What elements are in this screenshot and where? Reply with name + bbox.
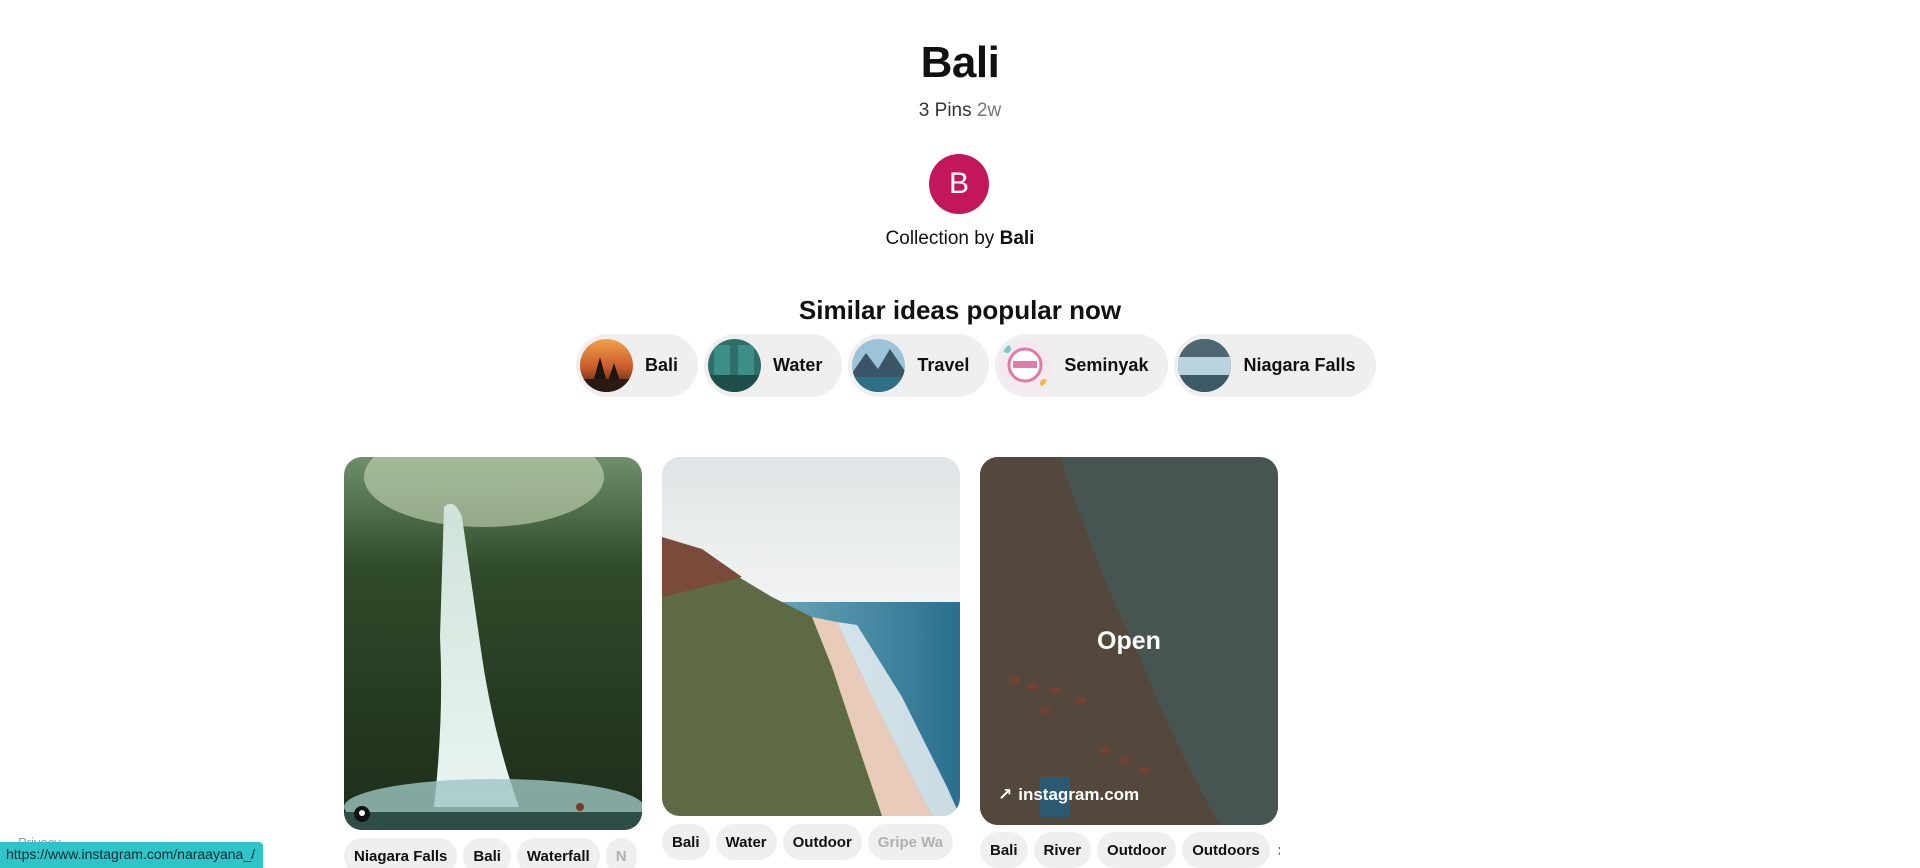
collection-by: Collection by Bali: [0, 228, 1920, 250]
pin-tags: Bali River Outdoor Outdoors ›: [980, 832, 1280, 868]
board-age: 2w: [976, 100, 1002, 121]
source-link-text: instagram.com: [1018, 785, 1140, 804]
chip-seminyak-thumbnail: [999, 339, 1053, 392]
pin-card[interactable]: Niagara Falls Bali Waterfall N ›: [344, 457, 642, 868]
chip-water[interactable]: Water: [704, 334, 843, 397]
chip-label: Bali: [645, 355, 679, 375]
chip-niagara-falls-thumbnail: [1178, 339, 1232, 392]
tag-chip[interactable]: N: [605, 838, 637, 868]
board-title: Bali: [920, 38, 1000, 87]
collection-prefix: Collection by: [885, 228, 995, 249]
creator-icon[interactable]: [354, 806, 370, 822]
browser-status-bar: https://www.instagram.com/naraayana_/: [0, 842, 264, 868]
similar-ideas-chips: Bali Water Travel Seminyak Niagara Falls: [576, 334, 1376, 397]
pin-image[interactable]: Open ↗ instagram.com: [980, 457, 1278, 825]
pin-card-hovered[interactable]: Open ↗ instagram.com Bali River Outdoor …: [980, 457, 1280, 868]
board-meta: 3 Pins 2w: [0, 100, 1920, 122]
pin-count: 3 Pins: [918, 100, 972, 121]
chip-bali-thumbnail: [580, 339, 633, 392]
open-button[interactable]: Open: [980, 627, 1278, 656]
tag-chip[interactable]: Outdoor: [1097, 832, 1177, 868]
chip-seminyak[interactable]: Seminyak: [995, 334, 1169, 397]
tag-chip[interactable]: Waterfall: [516, 838, 600, 868]
tag-chip[interactable]: River: [1033, 832, 1092, 868]
pin-tags: Bali Water Outdoor Gripe Wa ›: [662, 824, 962, 860]
tag-chip[interactable]: Bali: [980, 832, 1028, 868]
pin-image[interactable]: [344, 457, 642, 830]
pin-image[interactable]: [662, 457, 960, 816]
chip-label: Seminyak: [1064, 355, 1149, 375]
owner-name-link[interactable]: Bali: [1000, 228, 1035, 249]
chevron-right-icon[interactable]: ›: [1278, 840, 1280, 861]
source-link[interactable]: ↗ instagram.com: [998, 785, 1139, 805]
chip-niagara-falls[interactable]: Niagara Falls: [1174, 334, 1376, 397]
chip-travel-thumbnail: [852, 339, 906, 392]
tag-chip[interactable]: Gripe Wa: [867, 824, 954, 860]
chip-label: Travel: [917, 355, 970, 375]
chip-travel[interactable]: Travel: [848, 334, 990, 397]
tag-chip[interactable]: Niagara Falls: [344, 838, 458, 868]
tag-chip[interactable]: Bali: [463, 838, 511, 868]
chip-label: Niagara Falls: [1243, 355, 1356, 375]
owner-avatar[interactable]: B: [929, 154, 989, 214]
chip-bali[interactable]: Bali: [576, 334, 699, 397]
tag-chip[interactable]: Outdoor: [782, 824, 862, 860]
tag-chip[interactable]: Water: [715, 824, 777, 860]
pin-tags: Niagara Falls Bali Waterfall N ›: [344, 838, 644, 868]
similar-ideas-title: Similar ideas popular now: [798, 295, 1122, 325]
chevron-right-icon[interactable]: ›: [961, 832, 962, 853]
tag-chip[interactable]: Outdoors: [1182, 832, 1270, 868]
avatar-letter: B: [948, 167, 969, 200]
arrow-up-right-icon: ↗: [998, 785, 1013, 804]
chip-label: Water: [773, 355, 823, 375]
chip-water-thumbnail: [708, 339, 762, 392]
tag-chip[interactable]: Bali: [662, 824, 710, 860]
pin-card[interactable]: Bali Water Outdoor Gripe Wa ›: [662, 457, 962, 860]
